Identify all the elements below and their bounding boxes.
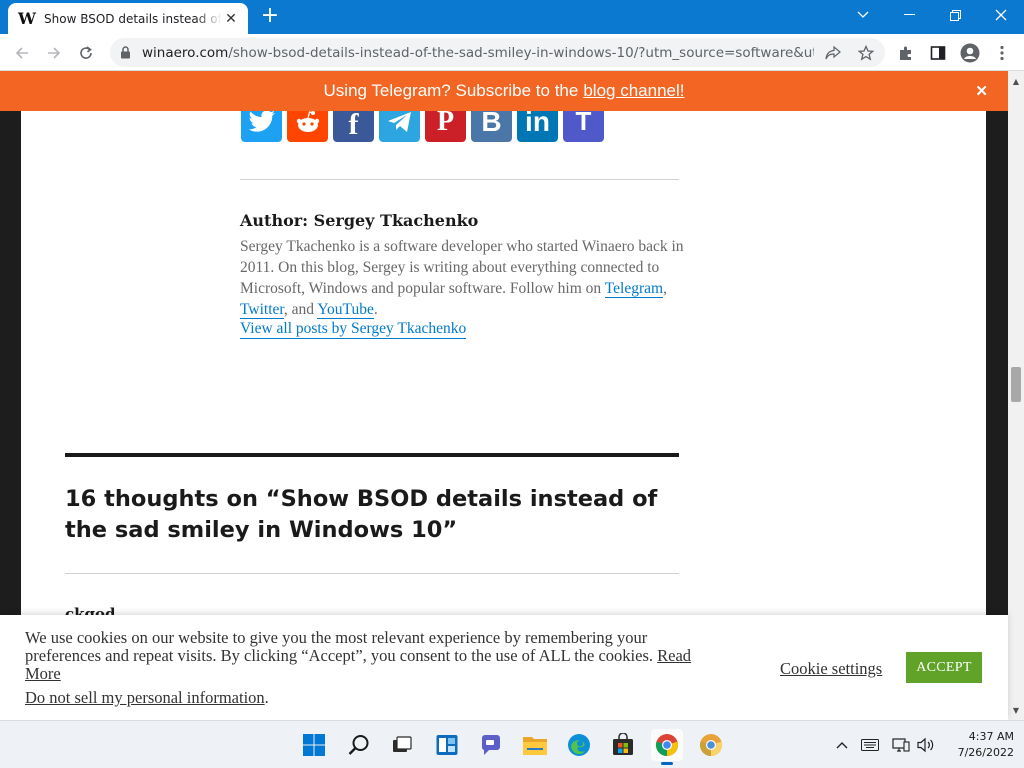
page-scrollbar[interactable]: ▲ ▼	[1008, 71, 1024, 720]
microsoft-store-icon[interactable]	[607, 729, 639, 761]
divider	[240, 179, 679, 180]
scroll-down-arrow-icon[interactable]: ▼	[1008, 702, 1024, 718]
close-window-button[interactable]	[978, 0, 1024, 30]
browser-toolbar: winaero.com/show-bsod-details-instead-of…	[0, 34, 1024, 71]
reload-icon[interactable]	[73, 40, 99, 66]
new-tab-button[interactable]: +	[258, 5, 282, 28]
author-bio: Sergey Tkachenko is a software developer…	[240, 238, 684, 319]
comments-divider	[65, 453, 679, 457]
url-path: /show-bsod-details-instead-of-the-sad-sm…	[228, 44, 814, 61]
minimize-button[interactable]	[886, 0, 932, 30]
browser-tab[interactable]: W Show BSOD details instead of the sad s…	[8, 3, 248, 34]
network-icon[interactable]	[891, 735, 911, 755]
scrollbar-thumb[interactable]	[1011, 367, 1021, 402]
reddit-icon	[296, 110, 319, 132]
url-text[interactable]: winaero.com/show-bsod-details-instead-of…	[142, 45, 814, 61]
taskbar-clock[interactable]: 4:37 AM 7/26/2022	[944, 729, 1014, 761]
youtube-link[interactable]: YouTube	[317, 301, 374, 319]
volume-icon[interactable]	[916, 735, 936, 755]
telegram-bar-text: Using Telegram? Subscribe to the	[323, 81, 579, 100]
chrome-icon[interactable]	[651, 729, 683, 765]
edge-icon[interactable]	[563, 729, 595, 761]
task-view-icon[interactable]	[386, 729, 418, 761]
clock-time: 4:37 AM	[968, 730, 1014, 743]
browser-titlebar: W Show BSOD details instead of the sad s…	[0, 0, 1024, 34]
file-explorer-icon[interactable]	[519, 729, 551, 761]
teams-chat-icon[interactable]	[475, 729, 507, 761]
facebook-icon: f	[348, 108, 359, 141]
cookie-message: We use cookies on our website to give yo…	[25, 628, 654, 665]
cookie-text: We use cookies on our website to give yo…	[25, 629, 705, 683]
tab-title: Show BSOD details instead of the sad smi…	[44, 11, 222, 26]
cookie-settings-link[interactable]: Cookie settings	[780, 659, 882, 679]
cookie-consent-banner: We use cookies on our website to give yo…	[0, 615, 1008, 720]
view-all-posts-link[interactable]: View all posts by Sergey Tkachenko	[240, 320, 467, 339]
bookmark-star-icon[interactable]	[856, 43, 876, 63]
blog-channel-link[interactable]: blog channel!	[583, 81, 684, 101]
forward-icon[interactable]	[41, 40, 67, 66]
comments-title: 16 thoughts on “Show BSOD details instea…	[65, 486, 658, 543]
menu-kebab-icon[interactable]	[990, 41, 1014, 65]
scroll-up-arrow-icon[interactable]: ▲	[1008, 73, 1024, 89]
lock-icon[interactable]	[118, 46, 132, 60]
twitter-link[interactable]: Twitter	[240, 301, 284, 319]
share-icon[interactable]	[823, 43, 843, 63]
chrome-canary-icon[interactable]	[695, 729, 727, 761]
side-panel-icon[interactable]	[926, 41, 950, 65]
extensions-icon[interactable]	[894, 41, 918, 65]
author-title: Author: Sergey Tkachenko	[240, 211, 479, 230]
do-not-sell: Do not sell my personal information.	[25, 688, 269, 707]
telegram-subscribe-bar: Using Telegram? Subscribe to the blog ch…	[0, 71, 1008, 111]
windows-start-icon[interactable]	[298, 729, 330, 761]
telegram-icon	[387, 111, 411, 132]
widgets-icon[interactable]	[431, 729, 463, 761]
keyboard-icon[interactable]	[860, 735, 880, 755]
close-icon[interactable]: ✕	[975, 82, 988, 100]
telegram-link[interactable]: Telegram	[604, 280, 664, 298]
comments-title-divider	[65, 573, 679, 574]
clock-date: 7/26/2022	[957, 746, 1014, 759]
url-host: winaero.com	[142, 44, 229, 61]
winaero-favicon-icon: W	[18, 9, 36, 28]
do-not-sell-link[interactable]: Do not sell my personal information	[25, 688, 265, 707]
profile-avatar-icon[interactable]	[958, 41, 982, 65]
accept-button[interactable]: ACCEPT	[906, 652, 982, 683]
search-icon[interactable]	[343, 729, 375, 761]
address-bar[interactable]: winaero.com/show-bsod-details-instead-of…	[110, 38, 885, 67]
twitter-icon	[248, 109, 275, 132]
close-tab-icon[interactable]: ✕	[222, 10, 240, 28]
restore-button[interactable]	[932, 0, 978, 30]
back-icon[interactable]	[9, 40, 35, 66]
show-hidden-icons-chevron-icon[interactable]	[832, 735, 852, 755]
tab-search-icon[interactable]	[840, 0, 886, 30]
author-bio-and: , and	[283, 301, 315, 318]
windows-taskbar: 4:37 AM 7/26/2022	[0, 720, 1024, 768]
